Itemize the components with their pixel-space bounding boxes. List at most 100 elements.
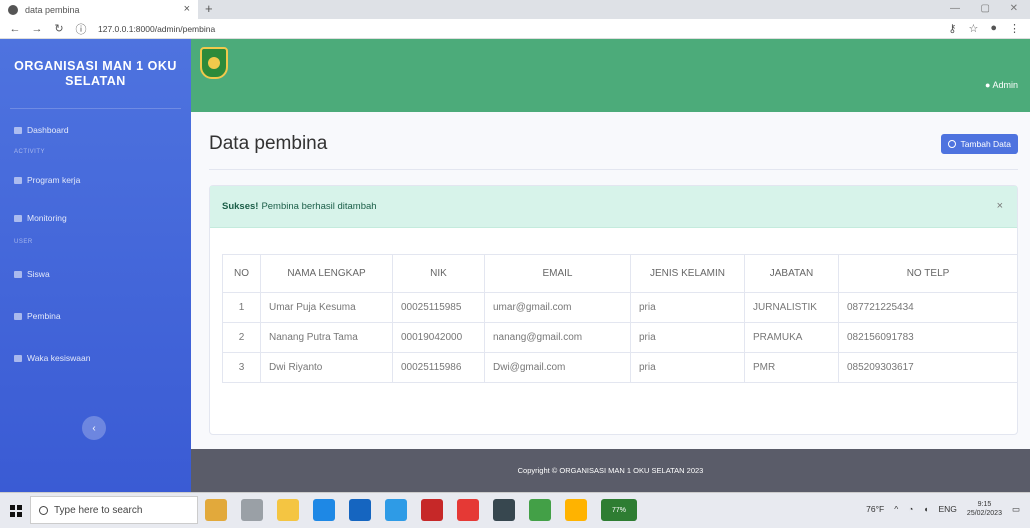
dashboard-icon bbox=[14, 126, 22, 134]
address-bar: ← → ↻ ⓘ 127.0.0.1:8000/admin/pembina ⚷ ☆… bbox=[0, 19, 1030, 39]
cell-nik: 00025115986 bbox=[392, 352, 485, 383]
file-explorer-icon[interactable] bbox=[277, 499, 299, 521]
chevron-up-icon[interactable]: ^ bbox=[894, 504, 898, 514]
cell-email: nanang@gmail.com bbox=[484, 322, 631, 353]
key-icon[interactable]: ⚷ bbox=[948, 22, 956, 35]
cell-jabatan: JURNALISTIK bbox=[744, 292, 839, 323]
sidebar-item-waka-kesiswaan[interactable]: Waka kesiswaan bbox=[0, 349, 191, 367]
cell-email: umar@gmail.com bbox=[484, 292, 631, 323]
cell-jabatan: PMR bbox=[744, 352, 839, 383]
sidebar-item-label: Monitoring bbox=[27, 213, 67, 223]
windows-taskbar: Type here to search 77% 76°F ^ ◔ ◖ ENG 9… bbox=[0, 492, 1030, 528]
profile-icon[interactable]: ● bbox=[990, 22, 997, 35]
footer: Copyright © ORGANISASI MAN 1 OKU SELATAN… bbox=[191, 449, 1030, 492]
column-header: NO TELP bbox=[838, 254, 1018, 293]
add-data-button[interactable]: Tambah Data bbox=[941, 134, 1018, 154]
app-icon[interactable] bbox=[421, 499, 443, 521]
browser-tab[interactable]: data pembina × bbox=[0, 0, 198, 19]
column-header: EMAIL bbox=[484, 254, 631, 293]
forward-icon[interactable]: → bbox=[30, 23, 44, 35]
back-icon[interactable]: ← bbox=[8, 23, 22, 35]
app-icon[interactable] bbox=[457, 499, 479, 521]
sidebar-item-program-kerja[interactable]: Program kerja bbox=[0, 171, 191, 189]
alert-message: Pembina berhasil ditambah bbox=[261, 201, 377, 212]
sidebar-brand[interactable]: ORGANISASI MAN 1 OKU SELATAN bbox=[10, 39, 181, 109]
taskbar-search-input[interactable]: Type here to search bbox=[30, 496, 198, 524]
column-header: NIK bbox=[392, 254, 485, 293]
app-icon[interactable] bbox=[493, 499, 515, 521]
close-alert-icon[interactable]: × bbox=[997, 200, 1003, 212]
chrome-icon[interactable] bbox=[529, 499, 551, 521]
close-tab-icon[interactable]: × bbox=[184, 3, 190, 15]
cell-jabatan: PRAMUKA bbox=[744, 322, 839, 353]
page-title: Data pembina bbox=[209, 133, 328, 154]
app-icon[interactable] bbox=[565, 499, 587, 521]
column-header: NAMA LENGKAP bbox=[260, 254, 393, 293]
windows-start-icon[interactable] bbox=[10, 505, 22, 517]
table-row: 2 Nanang Putra Tama 00019042000 nanang@g… bbox=[222, 322, 1018, 353]
volume-icon[interactable]: ◖ bbox=[923, 504, 928, 514]
sidebar-item-siswa[interactable]: Siswa bbox=[0, 265, 191, 283]
store-icon[interactable] bbox=[349, 499, 371, 521]
new-tab-icon[interactable]: + bbox=[205, 1, 213, 16]
table-row: 1 Umar Puja Kesuma 00025115985 umar@gmai… bbox=[222, 292, 1018, 323]
bookmark-star-icon[interactable]: ☆ bbox=[968, 22, 978, 35]
cell-telp: 085209303617 bbox=[838, 352, 1018, 383]
cell-telp: 082156091783 bbox=[838, 322, 1018, 353]
battery-app[interactable]: 77% bbox=[601, 499, 637, 521]
sidebar-item-label: Siswa bbox=[27, 269, 50, 279]
notification-icon[interactable]: ▭ bbox=[1012, 504, 1020, 515]
clock[interactable]: 9:15 25/02/2023 bbox=[967, 500, 1002, 518]
app-icon[interactable] bbox=[205, 499, 227, 521]
sidebar-item-monitoring[interactable]: Monitoring bbox=[0, 209, 191, 227]
chevron-left-icon: ‹ bbox=[92, 422, 96, 434]
table-row: 3 Dwi Riyanto 00025115986 Dwi@gmail.com … bbox=[222, 352, 1018, 383]
column-header: JENIS KELAMIN bbox=[630, 254, 745, 293]
sidebar-item-label: Pembina bbox=[27, 311, 61, 321]
menu-icon[interactable]: ⋮ bbox=[1009, 22, 1020, 35]
user-menu[interactable]: ● Admin bbox=[985, 80, 1018, 90]
info-icon: ⓘ bbox=[75, 23, 87, 36]
url-field[interactable]: 127.0.0.1:8000/admin/pembina bbox=[98, 24, 215, 34]
edge-icon[interactable] bbox=[313, 499, 335, 521]
cell-nama: Nanang Putra Tama bbox=[260, 322, 393, 353]
minimize-icon[interactable]: — bbox=[950, 3, 960, 14]
cell-jenis-kelamin: pria bbox=[630, 352, 745, 383]
reload-icon[interactable]: ↻ bbox=[52, 22, 66, 35]
globe-icon bbox=[8, 4, 18, 15]
search-placeholder: Type here to search bbox=[54, 504, 143, 516]
add-data-label: Tambah Data bbox=[960, 139, 1011, 149]
cell-nama: Dwi Riyanto bbox=[260, 352, 393, 383]
cell-nama: Umar Puja Kesuma bbox=[260, 292, 393, 323]
weather-text[interactable]: 76°F bbox=[866, 504, 884, 514]
sidebar-item-label: Waka kesiswaan bbox=[27, 353, 91, 363]
cell-no: 3 bbox=[222, 352, 261, 383]
sidebar-heading-user: USER bbox=[14, 239, 33, 245]
lang-text[interactable]: ENG bbox=[939, 504, 957, 514]
column-header: NO bbox=[222, 254, 261, 293]
user-icon bbox=[14, 312, 22, 320]
app-icon[interactable] bbox=[385, 499, 407, 521]
search-icon bbox=[39, 505, 48, 515]
main-content: Data pembina Tambah Data Sukses! Pembina… bbox=[191, 112, 1030, 449]
topbar: ● Admin bbox=[191, 39, 1030, 112]
maximize-icon[interactable]: ▢ bbox=[981, 3, 990, 14]
clock-date: 25/02/2023 bbox=[966, 510, 1002, 517]
plus-circle-icon bbox=[948, 140, 957, 148]
task-view-icon[interactable] bbox=[241, 499, 263, 521]
copyright-text: Copyright © ORGANISASI MAN 1 OKU SELATAN… bbox=[517, 466, 704, 475]
clock-time: 9:15 bbox=[977, 501, 992, 508]
users-icon bbox=[14, 270, 22, 278]
cell-no: 1 bbox=[222, 292, 261, 323]
network-icon[interactable]: ◔ bbox=[908, 504, 913, 514]
user-name: Admin bbox=[992, 80, 1018, 90]
cell-nik: 00019042000 bbox=[392, 322, 485, 353]
pembina-table: NO NAMA LENGKAP NIK EMAIL JENIS KELAMIN … bbox=[222, 254, 1018, 383]
window-close-icon[interactable]: ✕ bbox=[1010, 3, 1018, 14]
alert-strong: Sukses! bbox=[222, 201, 259, 212]
sidebar-item-dashboard[interactable]: Dashboard bbox=[0, 121, 191, 139]
sidebar-item-pembina[interactable]: Pembina bbox=[0, 307, 191, 325]
system-tray: 76°F ^ ◔ ◖ ENG 9:15 25/02/2023 ▭ bbox=[866, 500, 1020, 518]
table-header-row: NO NAMA LENGKAP NIK EMAIL JENIS KELAMIN … bbox=[222, 254, 1018, 293]
sidebar-toggle-button[interactable]: ‹ bbox=[82, 416, 106, 440]
